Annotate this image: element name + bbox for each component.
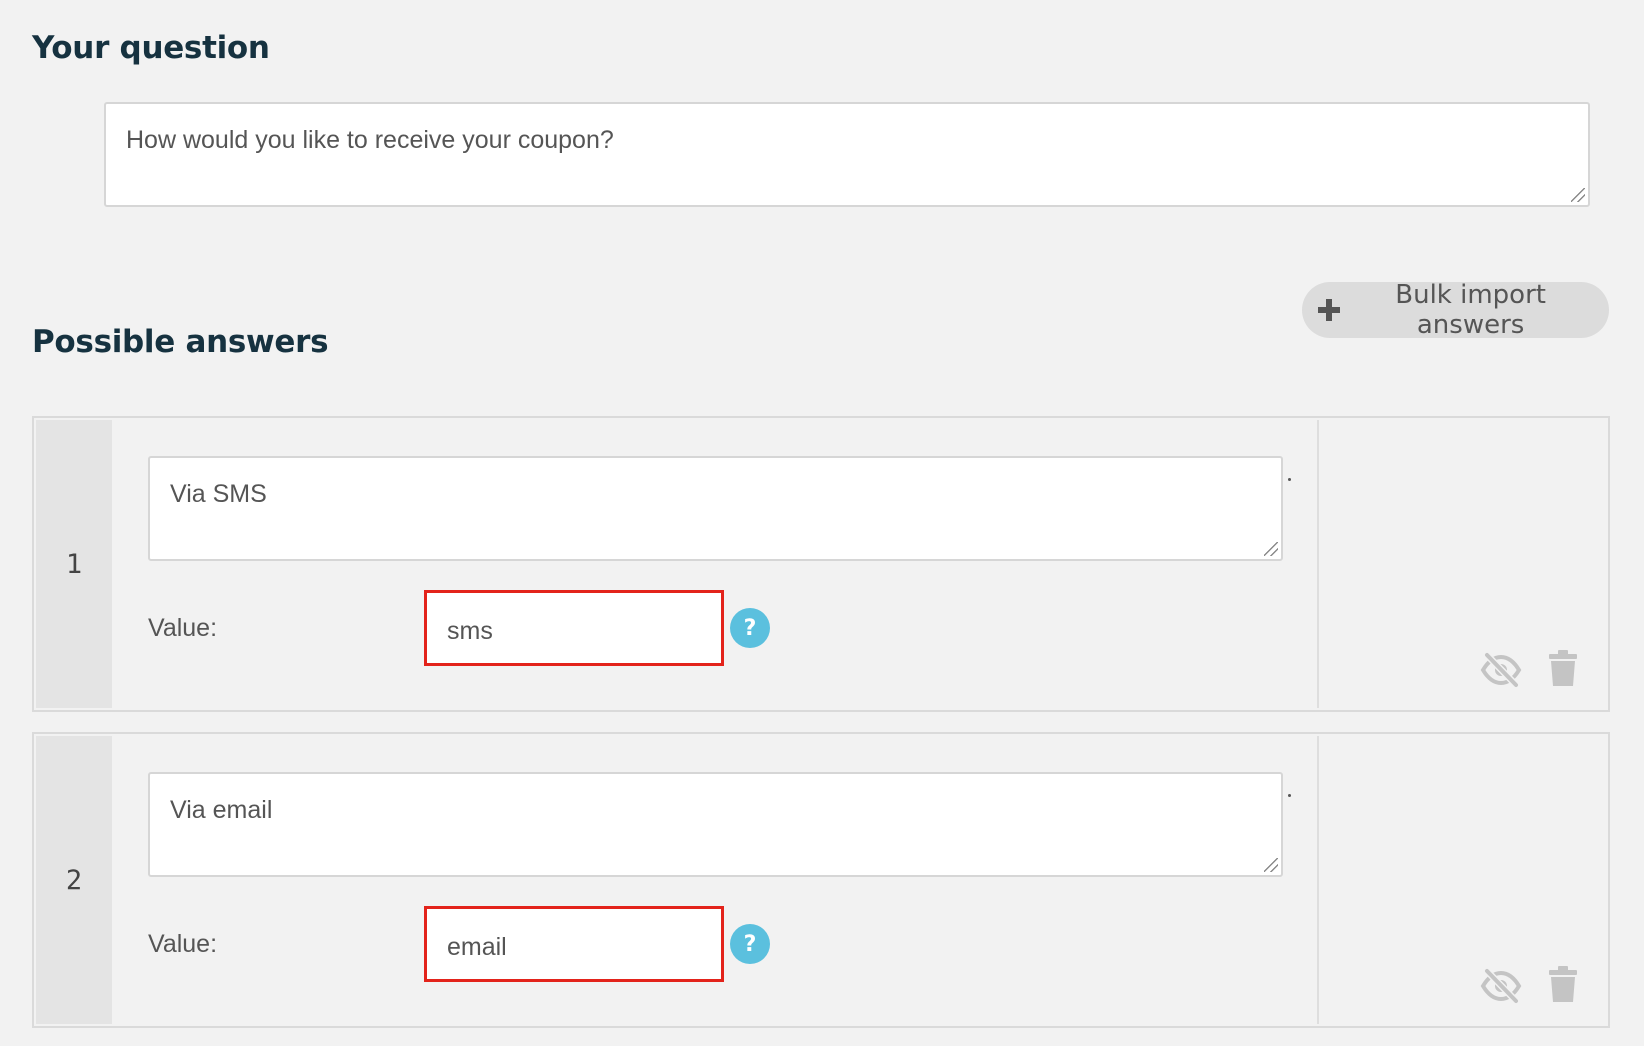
card-divider xyxy=(1317,736,1319,1024)
eye-slash-icon[interactable] xyxy=(1480,652,1522,688)
answer-text-textarea[interactable]: Via email xyxy=(148,772,1283,877)
answer-card: 2 Via email Value: email ? xyxy=(32,732,1610,1028)
help-icon[interactable]: ? xyxy=(730,608,770,648)
resize-grip-icon[interactable] xyxy=(1264,542,1278,556)
question-textarea[interactable]: How would you like to receive your coupo… xyxy=(104,102,1590,207)
dot-marker xyxy=(1288,478,1291,481)
trash-icon[interactable] xyxy=(1548,966,1578,1002)
value-label: Value: xyxy=(148,614,218,642)
answer-card: 1 Via SMS Value: sms ? xyxy=(32,416,1610,712)
your-question-heading: Your question xyxy=(32,30,270,66)
resize-grip-icon[interactable] xyxy=(1571,188,1585,202)
plus-icon xyxy=(1318,299,1341,321)
answer-number[interactable]: 2 xyxy=(36,736,112,1024)
help-icon[interactable]: ? xyxy=(730,924,770,964)
bulk-import-label: Bulk import answers xyxy=(1395,280,1546,340)
value-input[interactable]: email xyxy=(424,906,724,982)
resize-grip-icon[interactable] xyxy=(1264,858,1278,872)
value-text: sms xyxy=(447,617,493,645)
possible-answers-heading: Possible answers xyxy=(32,324,329,360)
bulk-import-answers-button[interactable]: Bulk import answers xyxy=(1302,280,1609,340)
answer-number[interactable]: 1 xyxy=(36,420,112,708)
question-text: How would you like to receive your coupo… xyxy=(126,126,614,154)
value-label: Value: xyxy=(148,930,218,958)
value-input[interactable]: sms xyxy=(424,590,724,666)
card-divider xyxy=(1317,420,1319,708)
answer-text: Via email xyxy=(170,796,273,824)
value-text: email xyxy=(447,933,507,961)
trash-icon[interactable] xyxy=(1548,650,1578,686)
answer-text: Via SMS xyxy=(170,480,267,508)
eye-slash-icon[interactable] xyxy=(1480,968,1522,1004)
dot-marker xyxy=(1288,794,1291,797)
answer-text-textarea[interactable]: Via SMS xyxy=(148,456,1283,561)
